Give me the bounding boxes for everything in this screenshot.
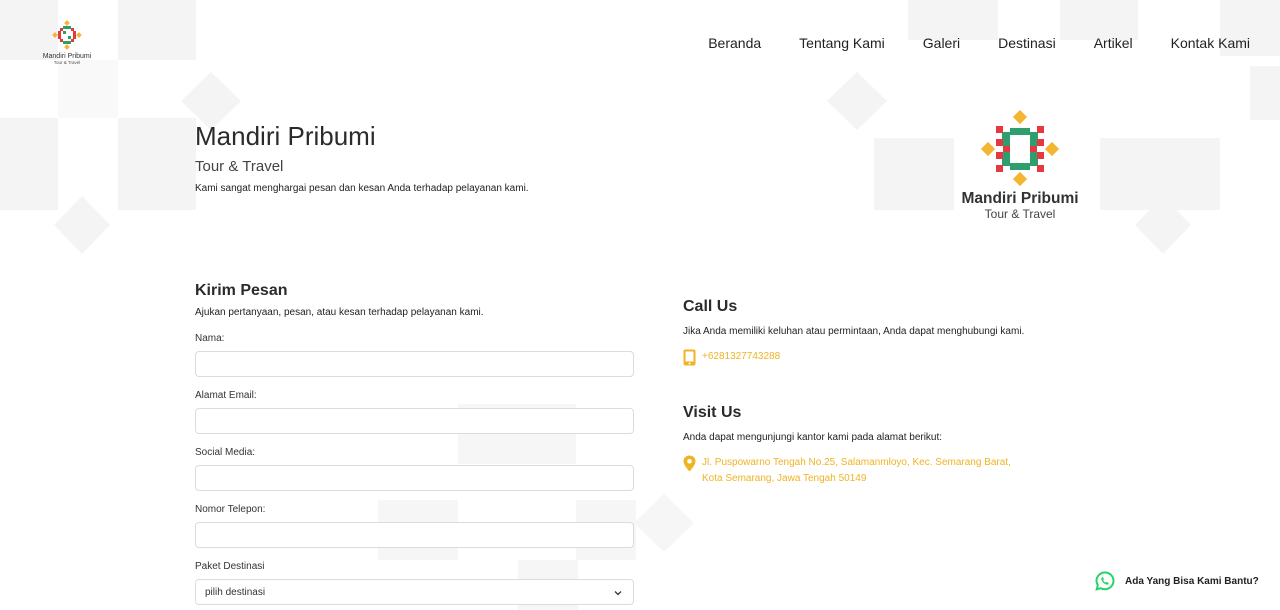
name-label: Nama: bbox=[195, 333, 225, 344]
nav-beranda[interactable]: Beranda bbox=[708, 35, 761, 51]
hero-subtitle: Tour & Travel bbox=[195, 158, 284, 175]
social-media-input[interactable] bbox=[195, 465, 634, 491]
phone-link[interactable]: +6281327743288 bbox=[702, 349, 780, 365]
package-select[interactable]: pilih destinasi bbox=[195, 579, 634, 605]
contact-form: Kirim Pesan Ajukan pertanyaan, pesan, at… bbox=[195, 282, 635, 605]
whatsapp-label: Ada Yang Bisa Kami Bantu? bbox=[1125, 575, 1259, 587]
main-nav: Beranda Tentang Kami Galeri Destinasi Ar… bbox=[708, 35, 1250, 51]
package-selected-value: pilih destinasi bbox=[205, 586, 266, 598]
phone-input[interactable] bbox=[195, 522, 634, 548]
nav-galeri[interactable]: Galeri bbox=[923, 35, 960, 51]
hero-logo: Mandiri Pribumi Tour & Travel bbox=[952, 110, 1088, 221]
visit-us-description: Anda dapat mengunjungi kantor kami pada … bbox=[683, 432, 943, 443]
phone-row: +6281327743288 bbox=[683, 349, 1033, 366]
call-us-title: Call Us bbox=[683, 298, 738, 315]
nav-artikel[interactable]: Artikel bbox=[1094, 35, 1133, 51]
logo-icon bbox=[52, 20, 82, 50]
visit-us-title: Visit Us bbox=[683, 404, 742, 421]
whatsapp-chat-button[interactable]: Ada Yang Bisa Kami Bantu? bbox=[1095, 571, 1259, 591]
hero-logo-name: Mandiri Pribumi bbox=[961, 190, 1079, 207]
phone-label: Nomor Telepon: bbox=[195, 504, 266, 515]
location-pin-icon bbox=[683, 455, 696, 472]
address-link[interactable]: Jl. Puspowarno Tengah No.25, Salamanmloy… bbox=[702, 455, 1032, 487]
hero-description: Kami sangat menghargai pesan dan kesan A… bbox=[195, 183, 529, 194]
nav-tentang-kami[interactable]: Tentang Kami bbox=[799, 35, 885, 51]
visit-us-section: Visit Us Anda dapat mengunjungi kantor k… bbox=[683, 404, 1033, 487]
phone-icon bbox=[683, 349, 696, 366]
nav-kontak-kami[interactable]: Kontak Kami bbox=[1171, 35, 1250, 51]
form-description: Ajukan pertanyaan, pesan, atau kesan ter… bbox=[195, 307, 484, 318]
form-title: Kirim Pesan bbox=[195, 282, 288, 299]
email-input[interactable] bbox=[195, 408, 634, 434]
hero-logo-subtitle: Tour & Travel bbox=[984, 207, 1056, 221]
chevron-down-icon bbox=[614, 591, 622, 596]
social-media-label: Social Media: bbox=[195, 447, 256, 458]
call-us-description: Jika Anda memiliki keluhan atau perminta… bbox=[683, 326, 1025, 337]
nav-destinasi[interactable]: Destinasi bbox=[998, 35, 1056, 51]
name-input[interactable] bbox=[195, 351, 634, 377]
hero-title: Mandiri Pribumi bbox=[195, 121, 376, 151]
whatsapp-icon bbox=[1095, 571, 1115, 591]
logo-mark-icon bbox=[980, 110, 1060, 187]
address-row: Jl. Puspowarno Tengah No.25, Salamanmloy… bbox=[683, 455, 1033, 487]
package-label: Paket Destinasi bbox=[195, 561, 265, 572]
call-us-section: Call Us Jika Anda memiliki keluhan atau … bbox=[683, 298, 1033, 366]
email-label: Alamat Email: bbox=[195, 390, 257, 401]
brand-subtitle: Tour & Travel bbox=[53, 60, 81, 65]
brand-name: Mandiri Pribumi bbox=[42, 53, 92, 60]
site-header: Mandiri Pribumi Tour & Travel Beranda Te… bbox=[0, 0, 1280, 80]
brand-logo[interactable]: Mandiri Pribumi Tour & Travel bbox=[38, 20, 96, 65]
